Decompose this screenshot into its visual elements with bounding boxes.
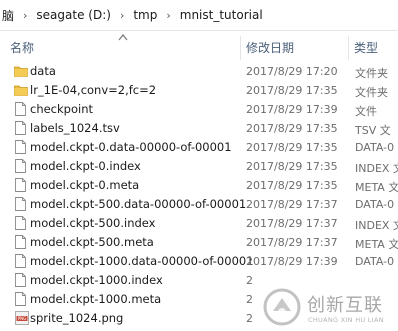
file-icon (15, 140, 27, 154)
file-name: model.ckpt-500.index (30, 216, 156, 230)
breadcrumb-item-drive[interactable]: seagate (D:) (36, 8, 111, 22)
file-type: 文件夹 (355, 86, 388, 99)
file-modified-date: 2017/8/29 17:37 (246, 236, 338, 249)
file-name: data (30, 64, 56, 78)
file-icon (15, 235, 27, 249)
file-modified-date: 2017/8/29 17:39 (246, 103, 338, 116)
file-row[interactable]: checkpoint 2017/8/29 17:39 文件 (0, 100, 398, 119)
file-row[interactable]: data 2017/8/29 17:20 文件夹 (0, 62, 398, 81)
watermark: 创新互联 CHUANG XIN HU LIAN (262, 285, 398, 331)
file-type: META 文 (355, 181, 398, 194)
svg-text:PNG: PNG (18, 316, 27, 321)
folder-icon (14, 84, 28, 98)
breadcrumb-item-mnist-tutorial[interactable]: mnist_tutorial (180, 8, 263, 22)
file-modified-date: 2 (246, 312, 253, 325)
column-header-bar: 名称 修改日期 类型 (0, 30, 398, 62)
file-row[interactable]: model.ckpt-500.data-00000-of-00001 2017/8… (0, 195, 398, 214)
file-name: model.ckpt-0.data-00000-of-00001 (30, 140, 232, 154)
file-icon (15, 159, 27, 173)
file-name: lr_1E-04,conv=2,fc=2 (30, 83, 157, 97)
file-type: DATA-0 (355, 141, 395, 154)
file-modified-date: 2 (246, 293, 253, 306)
file-modified-date: 2017/8/29 17:35 (246, 179, 338, 192)
file-name: model.ckpt-1000.data-00000-of-00001 (30, 254, 254, 268)
watermark-subtitle: CHUANG XIN HU LIAN (308, 316, 384, 324)
png-icon: PNG (15, 311, 29, 325)
breadcrumb-separator-icon[interactable]: › (120, 9, 124, 22)
file-name: model.ckpt-500.data-00000-of-00001 (30, 197, 247, 211)
file-type: INDEX 文 (355, 162, 398, 175)
file-row[interactable]: model.ckpt-500.index 2017/8/29 17:37 INDEX… (0, 214, 398, 233)
file-icon (15, 254, 27, 268)
file-icon (15, 197, 27, 211)
column-header-type[interactable]: 类型 (354, 30, 378, 62)
watermark-logo-icon (263, 288, 301, 326)
folder-icon (14, 65, 28, 79)
file-modified-date: 2017/8/29 17:35 (246, 160, 338, 173)
file-name: model.ckpt-0.index (30, 159, 141, 173)
file-modified-date: 2017/8/29 17:37 (246, 217, 338, 230)
file-row[interactable]: model.ckpt-1000.data-00000-of-00001 2017/… (0, 252, 398, 271)
file-type: INDEX 文 (355, 219, 398, 232)
breadcrumb-separator-icon[interactable]: › (166, 9, 170, 22)
watermark-title: 创新互联 (307, 295, 383, 316)
file-type: DATA-0 (355, 255, 395, 268)
sort-ascending-icon[interactable] (118, 33, 128, 41)
breadcrumb-item-tmp[interactable]: tmp (133, 8, 157, 22)
file-icon (15, 292, 27, 306)
file-type: DATA-0 (355, 198, 395, 211)
file-row[interactable]: labels_1024.tsv 2017/8/29 17:35 TSV 文 (0, 119, 398, 138)
file-modified-date: 2 (246, 274, 253, 287)
file-name: labels_1024.tsv (30, 121, 120, 135)
file-row[interactable]: lr_1E-04,conv=2,fc=2 2017/8/29 17:35 文件夹 (0, 81, 398, 100)
file-name: model.ckpt-500.meta (30, 235, 154, 249)
file-name: model.ckpt-1000.index (30, 273, 163, 287)
file-row[interactable]: model.ckpt-0.data-00000-of-00001 2017/8/2… (0, 138, 398, 157)
file-modified-date: 2017/8/29 17:37 (246, 198, 338, 211)
file-type: 文件夹 (355, 67, 388, 80)
file-icon (15, 178, 27, 192)
file-modified-date: 2017/8/29 17:35 (246, 122, 338, 135)
column-divider[interactable] (240, 36, 241, 60)
file-modified-date: 2017/8/29 17:35 (246, 84, 338, 97)
file-row[interactable]: model.ckpt-0.meta 2017/8/29 17:35 META 文 (0, 176, 398, 195)
file-type: META 文 (355, 238, 398, 251)
file-modified-date: 2017/8/29 17:20 (246, 65, 338, 78)
file-type: TSV 文 (355, 124, 391, 137)
breadcrumb-item-this-pc[interactable]: 脑 (2, 7, 14, 24)
file-icon (15, 273, 27, 287)
file-row[interactable]: model.ckpt-0.index 2017/8/29 17:35 INDEX 文 (0, 157, 398, 176)
address-bar[interactable]: 脑 › seagate (D:) › tmp › mnist_tutorial (0, 0, 398, 31)
file-name: model.ckpt-1000.meta (30, 292, 162, 306)
file-modified-date: 2017/8/29 17:35 (246, 141, 338, 154)
breadcrumb-separator-icon[interactable]: › (23, 9, 27, 22)
file-modified-date: 2017/8/29 17:39 (246, 255, 338, 268)
column-divider[interactable] (348, 36, 349, 60)
file-row[interactable]: model.ckpt-500.meta 2017/8/29 17:37 META 文 (0, 233, 398, 252)
file-icon (15, 216, 27, 230)
file-name: model.ckpt-0.meta (30, 178, 140, 192)
file-name: checkpoint (30, 102, 93, 116)
column-header-name[interactable]: 名称 (10, 30, 34, 62)
file-icon (15, 121, 27, 135)
file-icon (15, 102, 27, 116)
file-name: sprite_1024.png (30, 311, 124, 325)
file-type: 文件 (355, 105, 377, 118)
column-header-date[interactable]: 修改日期 (246, 30, 294, 62)
